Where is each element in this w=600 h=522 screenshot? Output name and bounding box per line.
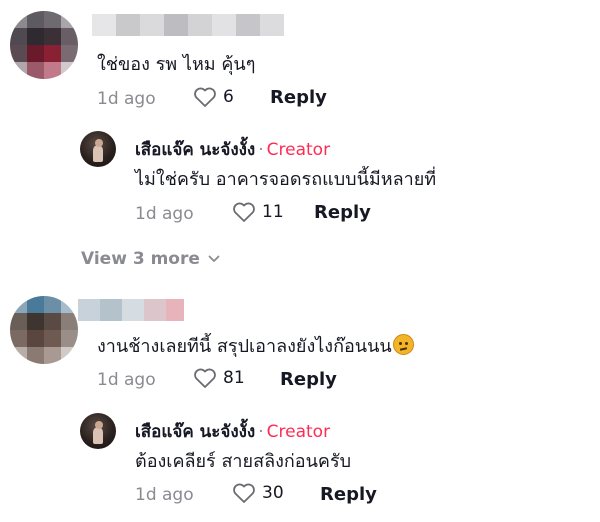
comments-panel: ใช่ของ รพ ไหม คุ้นๆ 1d ago 6 Reply เสือแ… xyxy=(0,0,600,522)
like-count: 81 xyxy=(223,368,245,388)
comment-text: งานช้างเลยทีนี้ สรุปเอาลงยังไงก๊อนนน xyxy=(97,331,414,360)
reply-timestamp: 1d ago xyxy=(135,485,194,505)
heart-icon xyxy=(194,368,216,388)
reply-like-count: 30 xyxy=(262,483,284,503)
creator-badge: Creator xyxy=(266,422,331,442)
reply-button[interactable]: Reply xyxy=(280,369,337,390)
reply-like-button[interactable]: 11 xyxy=(232,201,284,223)
reply-button[interactable]: Reply xyxy=(314,202,371,223)
view-more-replies-button[interactable]: View 3 more xyxy=(81,249,220,269)
comment-text-body: งานช้างเลยทีนี้ สรุปเอาลงยังไงก๊อนนน xyxy=(97,336,392,357)
reply-author-line: เสือแจ๊ค นะจังงั้ง · Creator xyxy=(135,136,330,163)
creator-avatar[interactable] xyxy=(80,413,116,449)
reply-button[interactable]: Reply xyxy=(320,484,377,505)
heart-icon xyxy=(233,202,255,222)
separator-dot: · xyxy=(258,140,264,160)
avatar[interactable] xyxy=(10,11,78,79)
heart-icon xyxy=(233,483,255,503)
reply-timestamp: 1d ago xyxy=(135,204,194,224)
thinking-face-emoji-icon xyxy=(392,334,414,355)
reply-text: ไม่ใช่ครับ อาคารจอดรถแบบนี้มีหลายที่ xyxy=(135,169,437,190)
reply-author-name[interactable]: เสือแจ๊ค นะจังงั้ง xyxy=(135,140,255,160)
comment-timestamp: 1d ago xyxy=(97,370,156,390)
creator-avatar[interactable] xyxy=(80,131,116,167)
creator-badge: Creator xyxy=(266,140,331,160)
separator-dot: · xyxy=(258,422,264,442)
reply-like-count: 11 xyxy=(262,202,284,222)
reply-like-button[interactable]: 30 xyxy=(232,482,284,504)
heart-icon xyxy=(194,87,216,107)
chevron-down-icon xyxy=(208,255,220,262)
reply-author-name[interactable]: เสือแจ๊ค นะจังงั้ง xyxy=(135,422,255,442)
avatar[interactable] xyxy=(10,296,78,364)
like-button[interactable]: 81 xyxy=(193,367,245,389)
username-blurred[interactable] xyxy=(78,299,184,321)
reply-button[interactable]: Reply xyxy=(270,87,327,108)
comment-timestamp: 1d ago xyxy=(97,89,156,109)
comment-text: ใช่ของ รพ ไหม คุ้นๆ xyxy=(97,54,256,75)
reply-author-line: เสือแจ๊ค นะจังงั้ง · Creator xyxy=(135,418,330,445)
like-count: 6 xyxy=(223,87,234,107)
username-blurred[interactable] xyxy=(92,14,284,36)
reply-text: ต้องเคลียร์ สายสลิงก่อนครับ xyxy=(135,451,352,472)
view-more-label: View 3 more xyxy=(81,249,200,269)
like-button[interactable]: 6 xyxy=(193,86,234,108)
